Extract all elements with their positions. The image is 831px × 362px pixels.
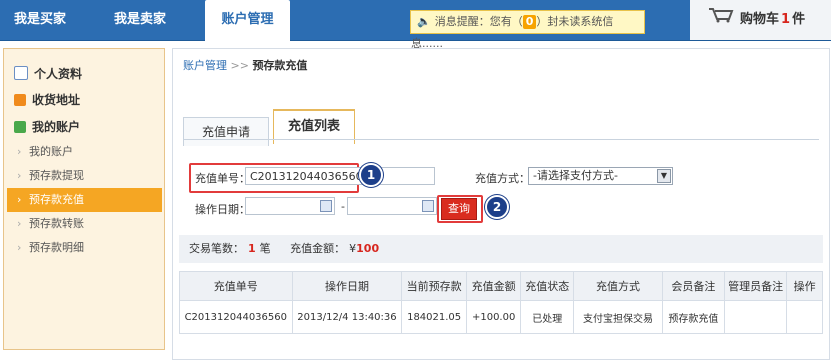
sidebar-sub-details[interactable]: › 预存款明细: [7, 236, 162, 260]
cart-unit: 件: [792, 12, 806, 27]
recharge-amount-label: 充值金额：: [290, 242, 346, 255]
breadcrumb: 账户管理 >> 预存款充值: [183, 57, 307, 73]
calendar-icon: [422, 200, 434, 212]
cell-operation-date: 2013/12/4 13:40:36: [291, 300, 403, 334]
sidebar-sub-transfer[interactable]: › 预存款转账: [7, 212, 162, 236]
table-header-row: 充值单号 操作日期 当前预存款 充值金额 充值状态 充值方式 会员备注 管理员备…: [179, 271, 823, 301]
tab-recharge-apply[interactable]: 充值申请: [183, 117, 269, 146]
summary-bar: 交易笔数： 1 笔 充值金额： ¥100: [179, 235, 823, 263]
cell-recharge-amount: +100.00: [465, 300, 522, 334]
cell-member-note: 预存款充值: [661, 300, 726, 334]
end-date-input[interactable]: [347, 197, 437, 215]
query-button[interactable]: 查询: [441, 198, 477, 220]
order-number-input[interactable]: C201312044036560: [245, 167, 435, 185]
nav-seller[interactable]: 我是卖家: [100, 0, 180, 40]
column-header: 充值状态: [520, 271, 575, 301]
cart-icon: [708, 0, 734, 40]
operation-date-label: 操作日期：: [195, 203, 250, 216]
nav-buyer[interactable]: 我是买家: [0, 0, 80, 40]
cart-count: 1: [781, 12, 791, 27]
sidebar-sub-recharge[interactable]: › 预存款充值: [7, 188, 162, 212]
sidebar-item-label: 收货地址: [32, 93, 81, 107]
sidebar-item-profile[interactable]: 个人资料: [14, 65, 82, 82]
start-date-input[interactable]: [245, 197, 335, 215]
column-header: 会员备注: [661, 271, 726, 301]
sidebar-sub-label: 预存款充值: [29, 193, 84, 206]
sidebar: 个人资料 收货地址 我的账户 › 我的账户 › 预存款提现 › 预存款充值 › 预存款转…: [3, 48, 165, 350]
column-header: 充值金额: [465, 271, 522, 301]
sidebar-sub-my-account[interactable]: › 我的账户: [7, 140, 162, 164]
chevron-right-icon: ›: [17, 145, 22, 158]
chevron-right-icon: ›: [17, 217, 22, 230]
cell-action[interactable]: [786, 300, 823, 334]
callout-2: 2: [485, 195, 509, 219]
main-panel: 账户管理 >> 预存款充值 充值申请 充值列表 充值单号： C201312044…: [172, 48, 830, 360]
account-icon: [14, 121, 26, 133]
sidebar-sub-label: 预存款提现: [29, 169, 84, 182]
order-number-label: 充值单号：: [195, 172, 250, 185]
column-header: 操作: [786, 271, 823, 301]
breadcrumb-current: 预存款充值: [252, 59, 308, 72]
transaction-count-label: 交易笔数：: [189, 242, 244, 255]
column-header: 充值方式: [573, 271, 663, 301]
column-header: 充值单号: [179, 271, 293, 301]
top-navigation-bar: 我是买家 我是卖家 账户管理 🔈 消息提醒：您有（ 0 ）封未读系统信息...... …: [0, 0, 831, 50]
recharge-amount: 100: [356, 242, 380, 255]
chevron-right-icon: ›: [17, 193, 22, 206]
speaker-icon: 🔈: [417, 15, 431, 28]
recharge-table: 充值单号 操作日期 当前预存款 充值金额 充值状态 充值方式 会员备注 管理员备…: [179, 271, 823, 334]
cell-recharge-status: 已处理: [520, 300, 575, 334]
sidebar-sub-label: 预存款明细: [29, 241, 84, 254]
sidebar-item-address[interactable]: 收货地址: [14, 91, 80, 108]
date-range-separator: -: [341, 200, 345, 213]
cell-admin-note: [723, 300, 788, 334]
transaction-count: 1: [248, 242, 256, 255]
calendar-icon: [320, 200, 332, 212]
sidebar-sub-withdraw[interactable]: › 预存款提现: [7, 164, 162, 188]
sidebar-item-label: 个人资料: [34, 67, 83, 81]
order-number-value: C201312044036560: [250, 170, 363, 183]
transaction-count-unit: 笔: [259, 242, 271, 255]
column-header: 操作日期: [291, 271, 403, 301]
cell-payment-method: 支付宝担保交易: [573, 300, 663, 334]
profile-icon: [14, 66, 28, 80]
cell-order-number: C201312044036560: [179, 300, 293, 334]
chevron-right-icon: ›: [17, 169, 22, 182]
column-header: 管理员备注: [723, 271, 788, 301]
sidebar-item-my-account[interactable]: 我的账户: [14, 118, 80, 135]
heart-icon: [14, 94, 26, 106]
breadcrumb-root[interactable]: 账户管理: [183, 59, 227, 72]
dropdown-arrow-icon: ▼: [657, 169, 671, 183]
nav-account-management[interactable]: 账户管理: [205, 0, 290, 44]
cart-label: 购物车: [740, 12, 780, 27]
tab-divider: [183, 139, 819, 140]
sidebar-sub-label: 预存款转账: [29, 217, 84, 230]
chevron-right-icon: ›: [17, 241, 22, 254]
sidebar-sub-label: 我的账户: [29, 145, 73, 158]
breadcrumb-separator: >>: [230, 59, 249, 72]
message-prefix: 消息提醒：您有（: [434, 15, 523, 28]
sidebar-item-label: 我的账户: [32, 120, 81, 134]
unread-count: 0: [522, 15, 537, 29]
callout-1: 1: [359, 163, 383, 187]
column-header: 当前预存款: [401, 271, 467, 301]
payment-method-value: -请选择支付方式-: [533, 169, 618, 182]
payment-method-label: 充值方式：: [475, 172, 530, 185]
payment-method-select[interactable]: -请选择支付方式- ▼: [528, 167, 673, 185]
cart-button[interactable]: 购物车 1 件: [690, 0, 831, 40]
message-notice[interactable]: 🔈 消息提醒：您有（ 0 ）封未读系统信息......: [410, 10, 645, 50]
cell-current-balance: 184021.05: [401, 300, 467, 334]
table-row: C201312044036560 2013/12/4 13:40:36 1840…: [179, 300, 823, 334]
